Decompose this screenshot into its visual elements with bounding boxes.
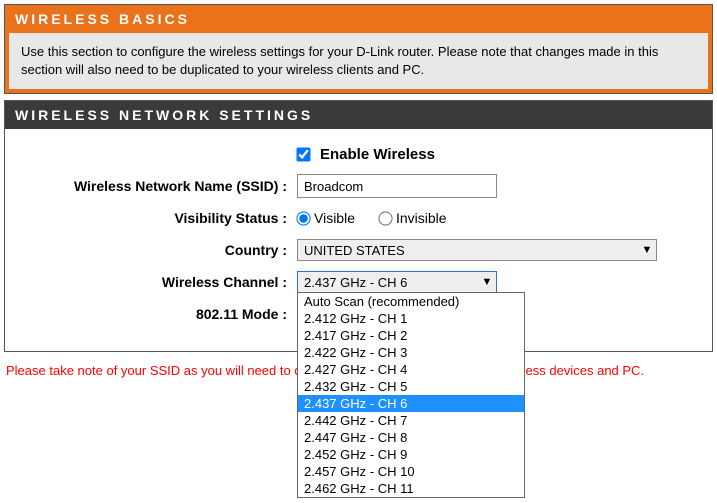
channel-option[interactable]: 2.447 GHz - CH 8	[298, 429, 524, 446]
country-select[interactable]: UNITED STATES ▼	[297, 239, 657, 261]
country-selected-text: UNITED STATES	[298, 243, 638, 258]
chevron-down-icon: ▼	[638, 244, 656, 256]
channel-option[interactable]: 2.412 GHz - CH 1	[298, 310, 524, 327]
channel-dropdown-list[interactable]: Auto Scan (recommended)2.412 GHz - CH 12…	[297, 292, 525, 498]
row-channel: Wireless Channel : 2.437 GHz - CH 6 ▼ Au…	[17, 269, 700, 295]
channel-option[interactable]: 2.417 GHz - CH 2	[298, 327, 524, 344]
visibility-visible-text: Visible	[314, 210, 355, 226]
country-label: Country :	[17, 242, 297, 258]
visibility-invisible-radio[interactable]	[378, 211, 392, 225]
row-enable-wireless: Enable Wireless	[17, 141, 700, 167]
ssid-input[interactable]	[297, 174, 497, 198]
ssid-label: Wireless Network Name (SSID) :	[17, 178, 297, 194]
channel-option[interactable]: 2.462 GHz - CH 11	[298, 480, 524, 497]
chevron-down-icon: ▼	[478, 276, 496, 288]
row-visibility: Visibility Status : Visible Invisible	[17, 205, 700, 231]
channel-option[interactable]: 2.422 GHz - CH 3	[298, 344, 524, 361]
visibility-label: Visibility Status :	[17, 210, 297, 226]
channel-option[interactable]: 2.427 GHz - CH 4	[298, 361, 524, 378]
row-country: Country : UNITED STATES ▼	[17, 237, 700, 263]
channel-option[interactable]: 2.432 GHz - CH 5	[298, 378, 524, 395]
channel-selected-text: 2.437 GHz - CH 6	[298, 275, 478, 290]
enable-wireless-label: Enable Wireless	[320, 146, 435, 163]
wireless-settings-header: WIRELESS NETWORK SETTINGS	[5, 101, 712, 129]
visibility-invisible-text: Invisible	[396, 210, 447, 226]
wireless-basics-section: WIRELESS BASICS Use this section to conf…	[4, 4, 713, 94]
enable-wireless-checkbox[interactable]	[296, 147, 310, 161]
wireless-settings-section: WIRELESS NETWORK SETTINGS Enable Wireles…	[4, 100, 713, 352]
row-ssid: Wireless Network Name (SSID) :	[17, 173, 700, 199]
wireless-settings-body: Enable Wireless Wireless Network Name (S…	[5, 129, 712, 351]
channel-option[interactable]: 2.442 GHz - CH 7	[298, 412, 524, 429]
channel-option[interactable]: Auto Scan (recommended)	[298, 293, 524, 310]
channel-label: Wireless Channel :	[17, 274, 297, 290]
wireless-basics-header: WIRELESS BASICS	[5, 5, 712, 33]
visibility-visible-radio[interactable]	[296, 211, 310, 225]
channel-select[interactable]: 2.437 GHz - CH 6 ▼ Auto Scan (recommende…	[297, 271, 497, 293]
wireless-basics-text: Use this section to configure the wirele…	[5, 33, 712, 93]
mode-label: 802.11 Mode :	[17, 306, 297, 322]
channel-option[interactable]: 2.452 GHz - CH 9	[298, 446, 524, 463]
channel-option[interactable]: 2.437 GHz - CH 6	[298, 395, 524, 412]
channel-option[interactable]: 2.457 GHz - CH 10	[298, 463, 524, 480]
